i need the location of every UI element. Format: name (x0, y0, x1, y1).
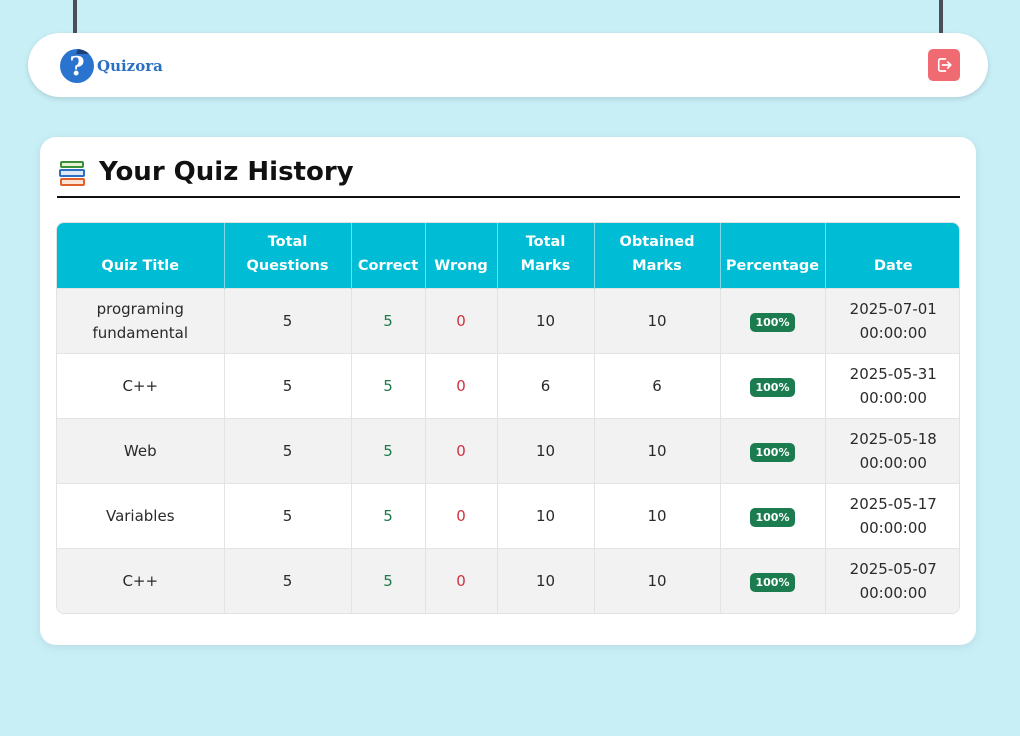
quiz-title-cell: programing fundamental (57, 287, 225, 353)
page-title: Your Quiz History (99, 157, 354, 187)
total-questions-cell: 5 (224, 417, 352, 483)
column-header-percentage: Percentage (720, 223, 826, 288)
total-marks-cell: 10 (497, 482, 595, 548)
total-marks-cell: 10 (497, 287, 595, 353)
column-header-date: Date (825, 223, 959, 288)
quiz-history-table: Quiz Title Total Questions Correct Wrong… (56, 222, 960, 614)
total-questions-cell: 5 (224, 287, 352, 353)
percentage-badge: 100% (749, 377, 796, 397)
wrong-cell: 0 (425, 417, 498, 483)
column-header-wrong: Wrong (425, 223, 498, 288)
table-row: Variables 5 5 0 10 10 100% 2025-05-17 00… (57, 482, 959, 548)
quiz-title-cell: Web (57, 417, 225, 483)
obtained-marks-cell: 10 (594, 482, 721, 548)
percentage-cell: 100% (720, 547, 826, 613)
percentage-badge: 100% (749, 572, 796, 592)
percentage-badge: 100% (749, 442, 796, 462)
column-header-quiz-title: Quiz Title (57, 223, 225, 288)
correct-cell: 5 (351, 287, 426, 353)
wrong-cell: 0 (425, 352, 498, 418)
date-cell: 2025-05-07 00:00:00 (825, 547, 959, 613)
quiz-history-card: Your Quiz History Quiz Title Total Quest… (40, 137, 976, 645)
column-header-correct: Correct (351, 223, 426, 288)
percentage-cell: 100% (720, 352, 826, 418)
percentage-badge: 100% (749, 507, 796, 527)
wrong-cell: 0 (425, 482, 498, 548)
correct-cell: 5 (351, 417, 426, 483)
quiz-title-cell: C++ (57, 352, 225, 418)
total-questions-cell: 5 (224, 482, 352, 548)
wrong-cell: 0 (425, 287, 498, 353)
total-marks-cell: 6 (497, 352, 595, 418)
hanging-string-right (939, 0, 943, 34)
obtained-marks-cell: 10 (594, 287, 721, 353)
brand[interactable]: ? Quizora (60, 49, 163, 83)
quiz-title-cell: Variables (57, 482, 225, 548)
total-questions-cell: 5 (224, 352, 352, 418)
obtained-marks-cell: 10 (594, 417, 721, 483)
quiz-title-cell: C++ (57, 547, 225, 613)
logout-icon (937, 58, 952, 72)
correct-cell: 5 (351, 547, 426, 613)
navbar: ? Quizora (28, 33, 988, 97)
obtained-marks-cell: 10 (594, 547, 721, 613)
percentage-cell: 100% (720, 287, 826, 353)
total-questions-cell: 5 (224, 547, 352, 613)
date-cell: 2025-07-01 00:00:00 (825, 287, 959, 353)
percentage-badge: 100% (749, 312, 796, 332)
table-header-row: Quiz Title Total Questions Correct Wrong… (57, 223, 959, 288)
wrong-cell: 0 (425, 547, 498, 613)
table-row: C++ 5 5 0 10 10 100% 2025-05-07 00:00:00 (57, 547, 959, 613)
date-cell: 2025-05-17 00:00:00 (825, 482, 959, 548)
percentage-cell: 100% (720, 482, 826, 548)
total-marks-cell: 10 (497, 547, 595, 613)
books-icon (59, 161, 85, 186)
table-row: programing fundamental 5 5 0 10 10 100% … (57, 287, 959, 353)
total-marks-cell: 10 (497, 417, 595, 483)
obtained-marks-cell: 6 (594, 352, 721, 418)
column-header-total-marks: Total Marks (497, 223, 595, 288)
column-header-total-questions: Total Questions (224, 223, 352, 288)
percentage-cell: 100% (720, 417, 826, 483)
brand-logo-icon: ? (60, 49, 94, 83)
correct-cell: 5 (351, 482, 426, 548)
table-row: Web 5 5 0 10 10 100% 2025-05-18 00:00:00 (57, 417, 959, 483)
correct-cell: 5 (351, 352, 426, 418)
column-header-obtained-marks: Obtained Marks (594, 223, 721, 288)
logout-button[interactable] (928, 49, 960, 81)
date-cell: 2025-05-18 00:00:00 (825, 417, 959, 483)
brand-name: Quizora (97, 57, 163, 75)
table-row: C++ 5 5 0 6 6 100% 2025-05-31 00:00:00 (57, 352, 959, 418)
hanging-string-left (73, 0, 77, 34)
date-cell: 2025-05-31 00:00:00 (825, 352, 959, 418)
card-header: Your Quiz History (57, 155, 960, 198)
